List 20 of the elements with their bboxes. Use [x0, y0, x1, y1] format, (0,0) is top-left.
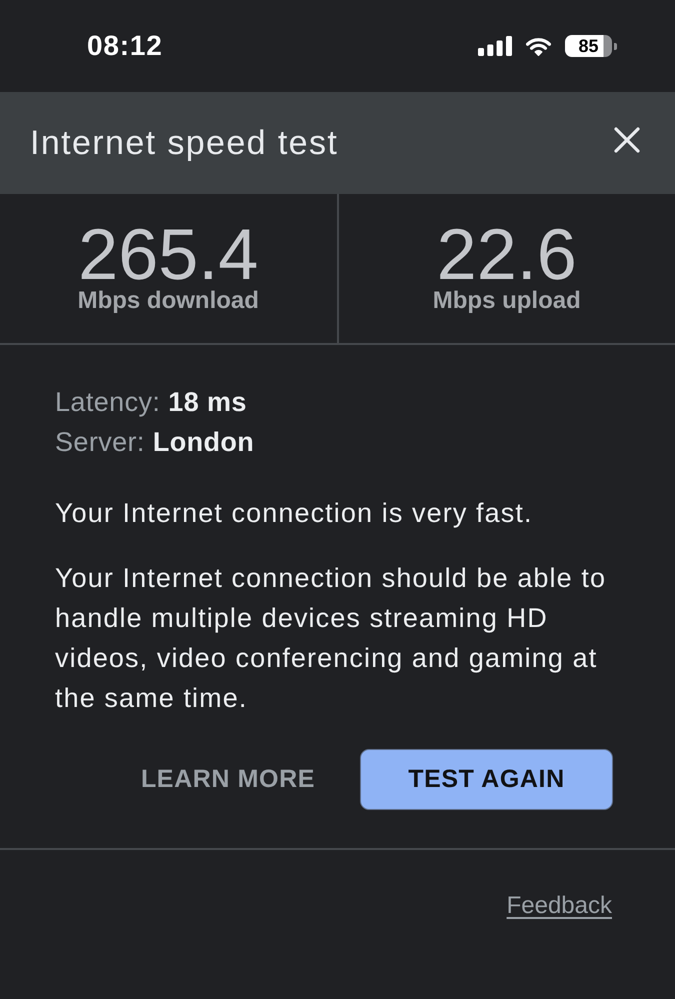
status-time: 08:12	[87, 30, 163, 62]
detail-value: 18 ms	[168, 386, 247, 419]
speed-label: Mbps upload	[432, 286, 581, 316]
learn-more-button[interactable]: LEARN MORE	[120, 749, 335, 810]
close-icon	[614, 127, 640, 153]
feedback-link[interactable]: Feedback	[506, 886, 612, 926]
detail-value: London	[152, 426, 254, 459]
wifi-icon	[526, 36, 551, 56]
signal-icon	[478, 36, 512, 56]
close-button[interactable]	[612, 125, 642, 155]
battery-indicator: 85	[565, 35, 617, 57]
dialog-title: Internet speed test	[30, 124, 338, 162]
detail-label: Server:	[55, 426, 145, 459]
test-again-button[interactable]: TEST AGAIN	[360, 749, 613, 810]
description-text: Your Internet connection should be able to handle multiple devices streaming HD videos, video conferencing and gaming at the same time.	[55, 562, 608, 715]
detail-label: Latency:	[55, 386, 160, 419]
speed-label: Mbps download	[78, 286, 259, 316]
speed-value: 22.6	[436, 222, 577, 288]
summary-text: Your Internet connection is very fast.	[55, 497, 534, 530]
speed-value: 265.4	[78, 222, 258, 288]
